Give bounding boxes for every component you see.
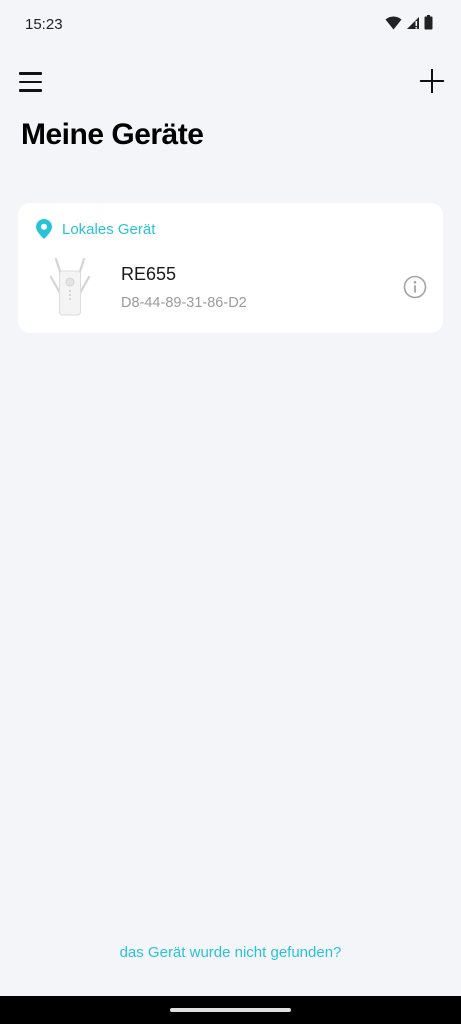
page-title: Meine Geräte bbox=[21, 118, 204, 151]
status-bar: 15:23 bbox=[0, 0, 461, 50]
cellular-signal-icon bbox=[407, 16, 419, 29]
location-pin-icon bbox=[36, 219, 52, 239]
device-row-re655[interactable]: RE655 D8-44-89-31-86-D2 bbox=[18, 253, 443, 323]
screen: 15:23 Meine Geräte Lokales Gerät RE655 D… bbox=[0, 0, 461, 1024]
info-icon[interactable] bbox=[403, 275, 427, 299]
menu-button[interactable] bbox=[19, 70, 45, 94]
status-icons bbox=[385, 15, 433, 30]
device-mac-address: D8-44-89-31-86-D2 bbox=[121, 295, 247, 311]
navigation-bar bbox=[0, 996, 461, 1024]
device-name: RE655 bbox=[121, 264, 177, 284]
device-card: Lokales Gerät RE655 D8-44-89-31-86-D2 bbox=[18, 203, 443, 333]
wifi-icon bbox=[385, 16, 402, 29]
range-extender-image bbox=[49, 257, 91, 316]
device-not-found-link[interactable]: das Gerät wurde nicht gefunden? bbox=[0, 944, 461, 961]
battery-icon bbox=[424, 15, 433, 30]
status-time: 15:23 bbox=[25, 16, 63, 33]
add-device-button[interactable] bbox=[419, 68, 445, 94]
section-label: Lokales Gerät bbox=[62, 220, 156, 238]
hamburger-menu-icon bbox=[19, 72, 42, 75]
home-indicator[interactable] bbox=[170, 1008, 291, 1012]
section-header: Lokales Gerät bbox=[36, 219, 155, 239]
